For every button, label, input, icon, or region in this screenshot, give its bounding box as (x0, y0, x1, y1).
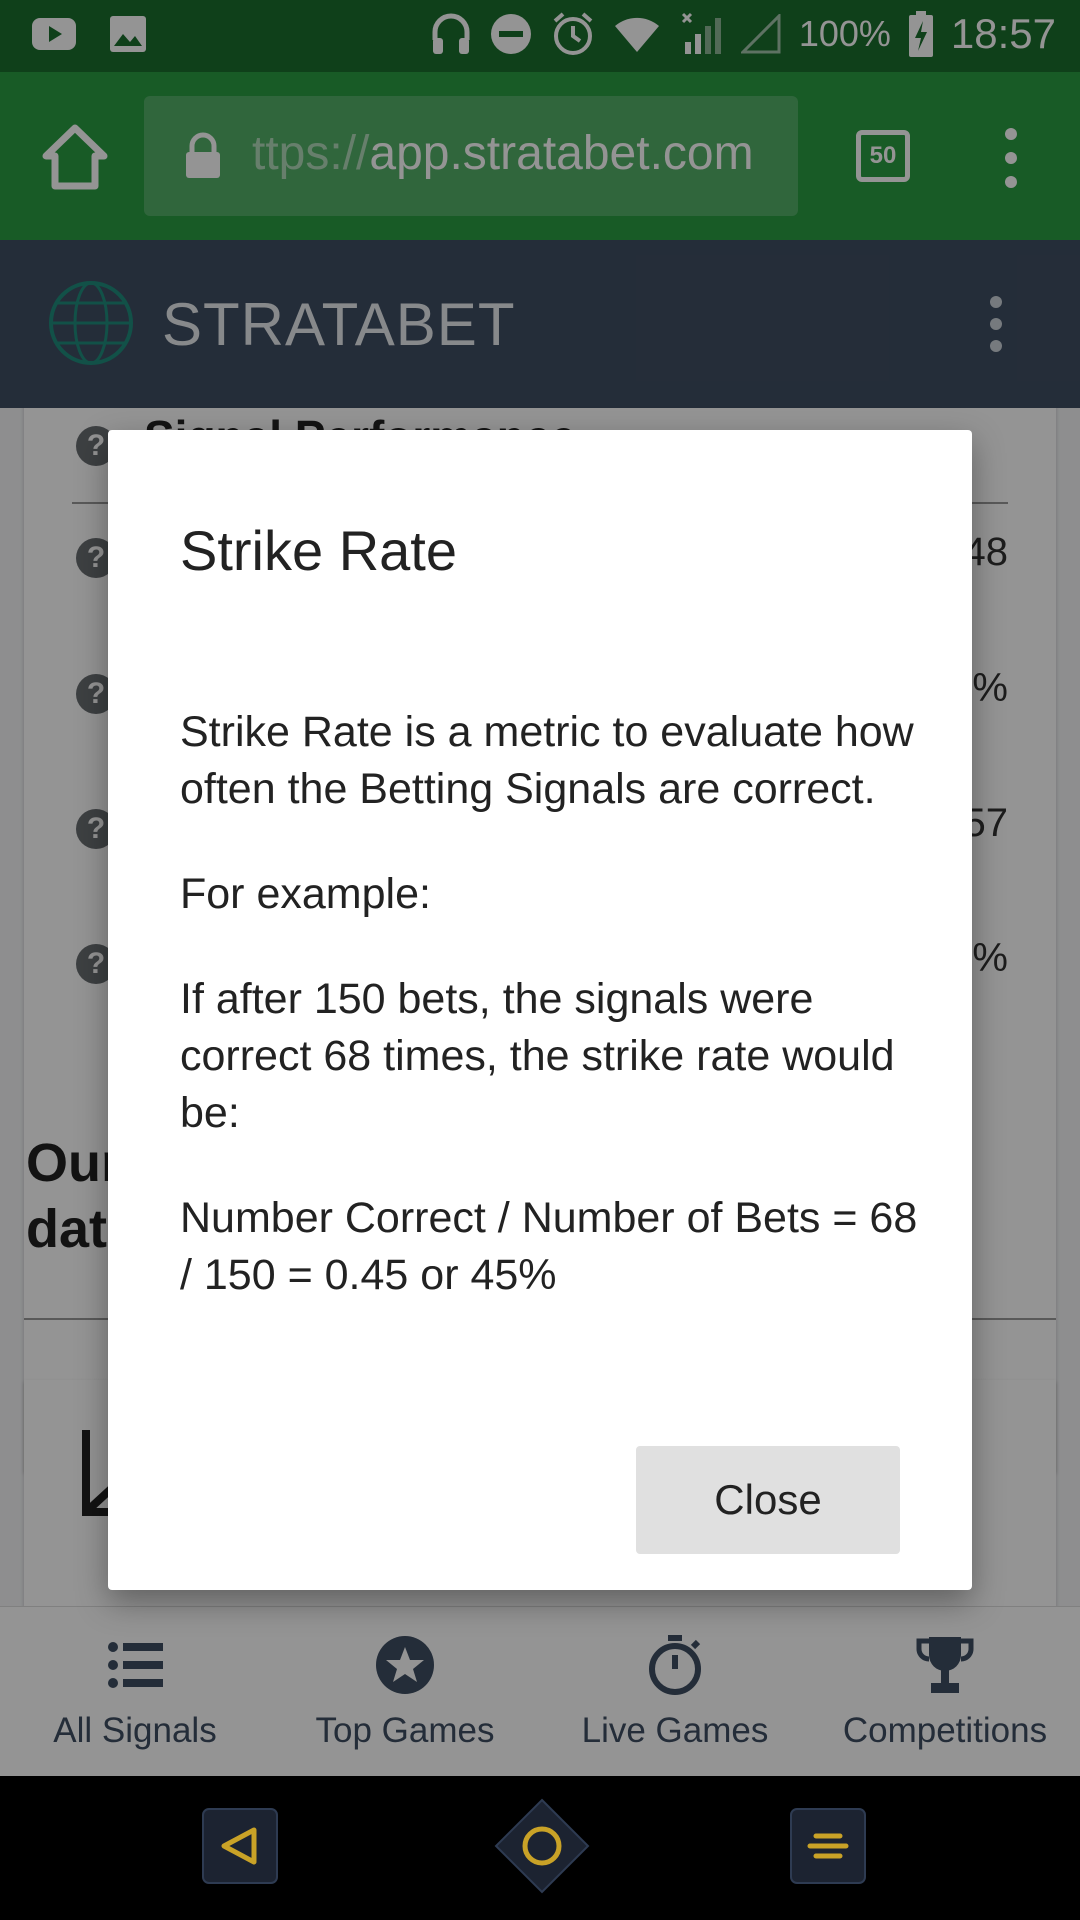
system-navigation-bar (0, 1776, 1080, 1920)
close-button[interactable]: Close (636, 1446, 900, 1554)
strike-rate-dialog: Strike Rate Strike Rate is a metric to e… (108, 430, 972, 1590)
dialog-paragraph: Number Correct / Number of Bets = 68 / 1… (180, 1194, 918, 1299)
dialog-paragraph: Strike Rate is a metric to evaluate how … (180, 708, 914, 813)
home-circle-icon[interactable] (494, 1798, 590, 1894)
dialog-body: Strike Rate is a metric to evaluate how … (180, 704, 920, 1352)
dialog-paragraph: For example: (180, 870, 431, 918)
recents-icon[interactable] (790, 1808, 866, 1884)
dialog-paragraph: If after 150 bets, the signals were corr… (180, 975, 895, 1137)
back-icon[interactable] (202, 1808, 278, 1884)
dialog-title: Strike Rate (180, 519, 457, 582)
